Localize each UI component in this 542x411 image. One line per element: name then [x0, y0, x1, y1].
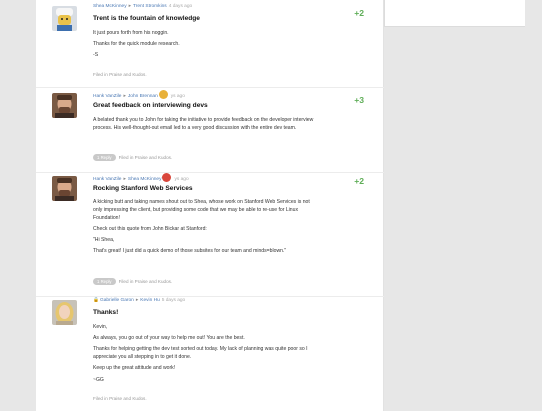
- post-paragraph: A kicking butt and taking names shout ou…: [93, 199, 310, 221]
- post-paragraph: A belated thank you to John for taking t…: [93, 117, 314, 131]
- post-item: Shea McKinney ▸ Trent Stromkins 4 days ago …: [36, 0, 384, 88]
- arrow-right-icon: ▸: [123, 93, 126, 99]
- post-paragraph: As always, you go out of your way to hel…: [93, 335, 245, 342]
- post-paragraph: That's great! I just did a quick demo of…: [93, 248, 287, 255]
- post-paragraph: ~GG: [93, 376, 104, 383]
- post-title[interactable]: Trent is the fountain of knowledge: [93, 15, 200, 22]
- post-footer: 1 Reply Filed in Praise and Kudos.: [93, 278, 173, 286]
- post-item: Hank VanZile ▸ Shea McKinney ys ago Rocking…: [36, 172, 384, 297]
- reply-button[interactable]: 1 Reply: [93, 154, 116, 162]
- author-link[interactable]: Shea McKinney: [93, 4, 127, 9]
- avatar[interactable]: [52, 93, 77, 118]
- post-meta: Hank VanZile ▸ Shea McKinney ys ago: [93, 173, 189, 183]
- post-body: It just pours forth from his noggin. Tha…: [93, 30, 319, 64]
- filed-in-text: Filed in Praise and Kudos.: [93, 72, 147, 77]
- post-body: A kicking butt and taking names shout ou…: [93, 199, 319, 259]
- post-meta: Shea McKinney ▸ Trent Stromkins 4 days ago: [93, 4, 192, 9]
- arrow-right-icon: ▸: [123, 176, 126, 182]
- recipient-link[interactable]: Kevin Hu: [140, 298, 159, 303]
- recipient-link[interactable]: Trent Stromkins: [133, 4, 167, 9]
- author-link[interactable]: Hank VanZile: [93, 177, 121, 182]
- sidebar-panel: [384, 0, 525, 27]
- post-paragraph: Check out this quote from John Bickar at…: [93, 225, 207, 232]
- reply-button[interactable]: 1 Reply: [93, 278, 116, 286]
- post-body: Kevin, As always, you go out of your way…: [93, 324, 319, 388]
- filed-in-text: Filed in Praise and Kudos.: [93, 396, 147, 401]
- post-paragraph: Kevin,: [93, 324, 108, 330]
- post-paragraph: Thanks for helping getting the dev test …: [93, 346, 308, 361]
- post-title[interactable]: Thanks!: [93, 309, 118, 316]
- timestamp: ys ago: [174, 176, 189, 182]
- recipient-link[interactable]: Shea McKinney: [128, 177, 162, 182]
- filed-in-text: Filed in Praise and Kudos.: [118, 154, 173, 160]
- avatar[interactable]: [52, 300, 77, 325]
- kudos-score: +2: [354, 176, 364, 186]
- avatar[interactable]: [52, 176, 77, 201]
- post-title[interactable]: Rocking Stanford Web Services: [93, 185, 193, 192]
- author-link[interactable]: Gabrielle Garon: [100, 298, 134, 303]
- post-meta: Hank VanZile ▸ John Brennan ys ago: [93, 90, 185, 100]
- timestamp: ys ago: [170, 93, 185, 99]
- post-paragraph: Keep up the great attitude and work!: [93, 365, 176, 372]
- lock-icon: 🔒: [93, 298, 99, 303]
- award-badge-icon: [162, 173, 172, 182]
- post-item: 🔒Gabrielle Garon ▸ Kevin Hu 5 days ago Than…: [36, 296, 384, 411]
- post-title[interactable]: Great feedback on interviewing devs: [93, 102, 208, 109]
- post-paragraph: It just pours forth from his noggin.: [93, 30, 169, 36]
- timestamp: 4 days ago: [168, 4, 193, 9]
- author-link[interactable]: Hank VanZile: [93, 94, 121, 99]
- avatar[interactable]: [52, 6, 77, 31]
- post-footer: 1 Reply Filed in Praise and Kudos.: [93, 154, 173, 162]
- arrow-right-icon: ▸: [135, 298, 139, 303]
- arrow-right-icon: ▸: [128, 4, 132, 9]
- timestamp: 5 days ago: [161, 298, 186, 303]
- kudos-feed: Shea McKinney ▸ Trent Stromkins 4 days ago …: [36, 0, 384, 411]
- kudos-score: +3: [354, 95, 364, 105]
- post-meta: 🔒Gabrielle Garon ▸ Kevin Hu 5 days ago: [93, 298, 185, 303]
- filed-in-text: Filed in Praise and Kudos.: [118, 278, 173, 284]
- post-paragraph: -S: [93, 52, 99, 59]
- post-paragraph: Thanks for the quick module research.: [93, 41, 180, 48]
- award-badge-icon: [158, 90, 168, 99]
- recipient-link[interactable]: John Brennan: [128, 94, 158, 99]
- post-paragraph: "Hi Shea,: [93, 236, 115, 243]
- post-body: A belated thank you to John for taking t…: [93, 117, 319, 136]
- post-item: Hank VanZile ▸ John Brennan ys ago Great fe…: [36, 87, 384, 173]
- kudos-score: +2: [354, 8, 364, 18]
